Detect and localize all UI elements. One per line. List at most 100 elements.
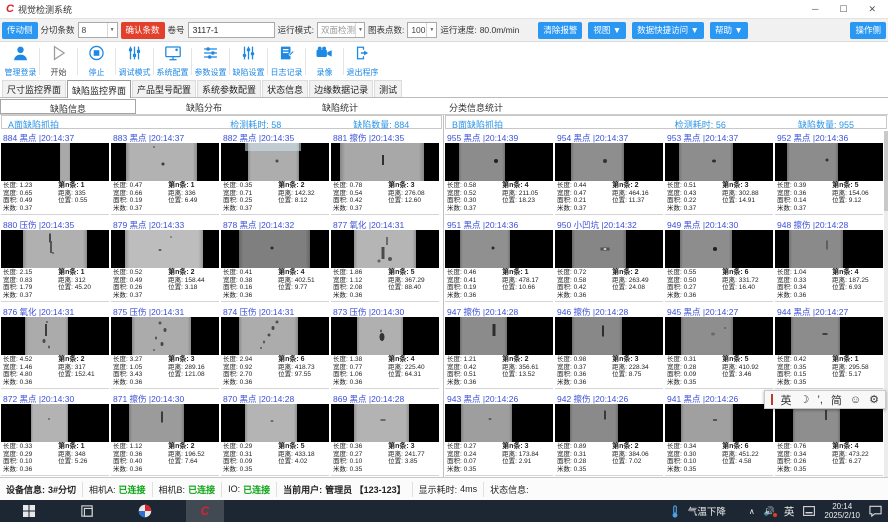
defect-cell[interactable]: 949 黑点 |20:14:30长度: 0.55宽度: 0.50面积: 0.27… [665, 217, 773, 302]
drive-side-button[interactable]: 传动侧 [2, 22, 38, 39]
strips-select[interactable]: 8▼ [78, 22, 118, 38]
defect-cell[interactable]: 950 小凹坑 |20:14:32长度: 0.72宽度: 0.58面积: 0.4… [555, 217, 663, 302]
ime-item[interactable]: ⚙ [869, 393, 879, 406]
close-button[interactable]: ✕ [868, 4, 876, 15]
toolbar-actions: 管理登录开始停止调试模式系统配置参数设置缺陷设置日志记录录像退出程序 [0, 42, 888, 80]
defect-cell[interactable]: 880 压伤 |20:14:35长度: 2.15宽度: 0.83面积: 1.79… [1, 217, 109, 302]
confirm-strips-button[interactable]: 确认条数 [121, 22, 165, 39]
help-menu-button[interactable]: 帮助 ▼ [710, 22, 748, 39]
defect-cell[interactable]: 877 氧化 |20:14:31长度: 1.86宽度: 1.12面积: 2.08… [331, 217, 439, 302]
defect-cell[interactable]: 946 擦伤 |20:14:28长度: 0.98宽度: 0.37面积: 0.36… [555, 304, 663, 389]
tray-expand-icon[interactable]: ∧ [749, 507, 755, 516]
ime-item[interactable]: ’, [817, 394, 823, 406]
taskbar: C 气温下降 ∧ 🔊 英 20:142025/2/10 [0, 500, 888, 522]
defect-cell[interactable]: 951 黑点 |20:14:36长度: 0.46宽度: 0.41面积: 0.19… [445, 217, 553, 302]
defect-cell[interactable]: 883 黑点 |20:14:37长度: 0.47宽度: 0.66面积: 0.19… [111, 130, 219, 215]
ime-item[interactable]: 英 [781, 392, 792, 408]
defect-stats: 长度: 0.35宽度: 0.71面积: 0.25米数: 0.37第n条: 2距离… [221, 181, 329, 212]
mode-select[interactable]: 双面检测▼ [317, 22, 365, 38]
defect-cell[interactable]: 941 黑点 |20:14:26长度: 0.34宽度: 0.30面积: 0.10… [665, 391, 773, 476]
defect-cell[interactable]: 953 黑点 |20:14:37长度: 0.51宽度: 0.43面积: 0.22… [665, 130, 773, 215]
weather-text[interactable]: 气温下降 [688, 504, 726, 518]
clock[interactable]: 20:142025/2/10 [824, 502, 860, 520]
main-tabs: 尺寸监控界面缺陷监控界面产品型号配置系统参数配置状态信息边缘数据记录测试 [0, 80, 888, 97]
defect-cell[interactable]: 878 黑点 |20:14:32长度: 0.41宽度: 0.38面积: 0.16… [221, 217, 329, 302]
points-select[interactable]: 100▼ [407, 22, 437, 38]
ime-lang-indicator[interactable]: 英 [784, 504, 795, 519]
toolbar-item-log[interactable]: 日志记录 [268, 45, 305, 78]
defect-cell[interactable]: 876 氧化 |20:14:31长度: 4.52宽度: 1.46面积: 4.80… [1, 304, 109, 389]
defect-cell-header: 952 黑点 |20:14:36 [775, 130, 883, 143]
toolbar-item-monitor[interactable]: 系统配置 [154, 45, 191, 78]
defect-image [665, 143, 773, 181]
toolbar-item-play[interactable]: 开始 [40, 45, 77, 78]
view-menu-button[interactable]: 视图 ▼ [588, 22, 626, 39]
defect-stats: 长度: 1.04宽度: 0.33面积: 0.34米数: 0.36第n条: 4距离… [775, 268, 883, 299]
tab-4[interactable]: 状态信息 [262, 80, 308, 97]
defect-cell[interactable]: 955 黑点 |20:14:39长度: 0.58宽度: 0.52面积: 0.30… [445, 130, 553, 215]
operator-side-button[interactable]: 操作侧 [850, 22, 886, 39]
defect-cell[interactable]: 869 黑点 |20:14:28长度: 0.36宽度: 0.27面积: 0.10… [331, 391, 439, 476]
tab-0[interactable]: 尺寸监控界面 [2, 80, 66, 97]
ime-item[interactable]: 简 [831, 392, 842, 408]
toolbar-item-camera[interactable]: 录像 [306, 45, 343, 78]
tab-6[interactable]: 测试 [374, 80, 402, 97]
defect-cell[interactable]: 954 黑点 |20:14:37长度: 0.44宽度: 0.47面积: 0.21… [555, 130, 663, 215]
subtab-3[interactable]: 分类信息统计 [408, 99, 544, 114]
volume-icon[interactable]: 🔊 [764, 506, 775, 517]
start-button[interactable] [0, 500, 58, 522]
defect-cell[interactable]: 942 擦伤 |20:14:26长度: 0.89宽度: 0.31面积: 0.28… [555, 391, 663, 476]
defect-image [1, 404, 109, 442]
tab-2[interactable]: 产品型号配置 [132, 80, 196, 97]
tab-5[interactable]: 边缘数据记录 [309, 80, 373, 97]
defect-cell-header: 943 黑点 |20:14:26 [445, 391, 553, 404]
scrollbar[interactable] [884, 131, 888, 477]
defect-cell[interactable]: 872 黑点 |20:14:30长度: 0.33宽度: 0.29面积: 0.10… [1, 391, 109, 476]
defect-cell[interactable]: 945 黑点 |20:14:27长度: 0.31宽度: 0.28面积: 0.09… [665, 304, 773, 389]
defect-cell[interactable]: 875 压伤 |20:14:31长度: 3.27宽度: 1.05面积: 3.43… [111, 304, 219, 389]
defect-cell[interactable]: 944 黑点 |20:14:27长度: 0.42宽度: 0.35面积: 0.15… [775, 304, 883, 389]
toolbar-item-debug-sliders[interactable]: 调试模式 [116, 45, 153, 78]
defect-cell[interactable]: 881 擦伤 |20:14:35长度: 0.78宽度: 0.54面积: 0.42… [331, 130, 439, 215]
quick-access-menu-button[interactable]: 数据快捷访问 ▼ [632, 22, 704, 39]
subtab-1[interactable]: 缺陷分布 [136, 99, 272, 114]
roll-input[interactable]: 3117-1 [188, 22, 275, 38]
clear-alarm-button[interactable]: 清除报警 [538, 22, 582, 39]
touch-keyboard-icon[interactable] [803, 506, 815, 516]
defect-cell[interactable]: 882 黑点 |20:14:35长度: 0.35宽度: 0.71面积: 0.25… [221, 130, 329, 215]
defect-stats: 长度: 0.31宽度: 0.28面积: 0.09米数: 0.35第n条: 5距离… [665, 355, 773, 386]
subtab-0[interactable]: 缺陷信息 [0, 99, 136, 114]
minimize-button[interactable]: ─ [812, 4, 818, 15]
defect-image [1, 317, 109, 355]
defect-cell[interactable]: 884 黑点 |20:14:37长度: 1.23宽度: 0.65面积: 0.49… [1, 130, 109, 215]
toolbar-item-params-sliders[interactable]: 参数设置 [192, 45, 229, 78]
defect-cell[interactable]: 947 擦伤 |20:14:28长度: 1.21宽度: 0.42面积: 0.51… [445, 304, 553, 389]
toolbar-item-stop[interactable]: 停止 [78, 45, 115, 78]
defect-cell-header: 949 黑点 |20:14:30 [665, 217, 773, 230]
defect-cell[interactable]: 879 黑点 |20:14:33长度: 0.52宽度: 0.49面积: 0.26… [111, 217, 219, 302]
defect-cell[interactable]: 948 擦伤 |20:14:28长度: 1.04宽度: 0.33面积: 0.34… [775, 217, 883, 302]
notification-icon[interactable] [869, 505, 882, 517]
toolbar-item-exit[interactable]: 退出程序 [344, 45, 381, 78]
inspection-app-icon[interactable]: C [186, 500, 224, 522]
defect-stats: 长度: 0.39宽度: 0.36面积: 0.14米数: 0.37第n条: 5距离… [775, 181, 883, 212]
ime-item[interactable]: ☺ [850, 394, 861, 406]
defect-cell[interactable]: 871 擦伤 |20:14:30长度: 1.12宽度: 0.36面积: 0.40… [111, 391, 219, 476]
tab-1[interactable]: 缺陷监控界面 [67, 80, 131, 98]
chevron-down-icon: ▼ [426, 23, 436, 37]
toolbar-item-user[interactable]: 管理登录 [2, 45, 39, 78]
subtab-2[interactable]: 缺陷统计 [272, 99, 408, 114]
browser-app-icon[interactable] [116, 500, 174, 522]
defect-cell[interactable]: 870 黑点 |20:14:28长度: 0.29宽度: 0.31面积: 0.09… [221, 391, 329, 476]
scrollbar-thumb[interactable] [884, 131, 888, 211]
tab-3[interactable]: 系统参数配置 [197, 80, 261, 97]
task-view-button[interactable] [58, 500, 116, 522]
maximize-button[interactable]: ☐ [839, 4, 847, 15]
defect-cell[interactable]: 943 黑点 |20:14:26长度: 0.27宽度: 0.24面积: 0.07… [445, 391, 553, 476]
toolbar-item-defect-sliders[interactable]: 缺陷设置 [230, 45, 267, 78]
ime-toolbar[interactable]: 英 ☽ ’, 简 ☺ ⚙ [764, 390, 886, 409]
defect-cell[interactable]: 952 黑点 |20:14:36 长度: 0.39宽度: 0.36面积: 0.14… [775, 130, 883, 215]
ime-item[interactable]: ☽ [800, 393, 810, 406]
defect-cell[interactable]: 873 压伤 |20:14:30长度: 1.38宽度: 0.77面积: 1.06… [331, 304, 439, 389]
defect-cell[interactable]: 874 压伤 |20:14:31长度: 2.94宽度: 0.92面积: 2.70… [221, 304, 329, 389]
